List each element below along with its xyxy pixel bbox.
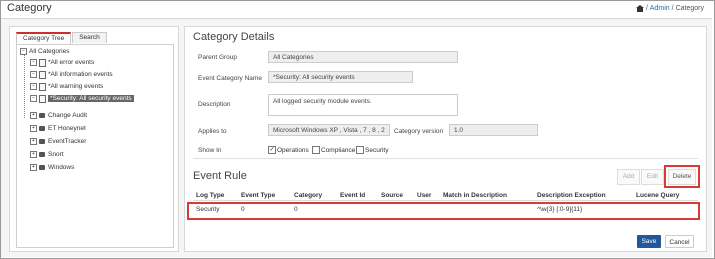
tree-folder-snort[interactable]: + Snort — [30, 150, 64, 159]
checkbox-label: Security — [365, 146, 389, 154]
expand-icon[interactable]: + — [30, 164, 37, 171]
tree-node-information[interactable]: − *All information events — [30, 70, 113, 79]
tree-node-label: *Security: All security events — [48, 95, 134, 102]
delete-highlight-box — [664, 165, 700, 188]
col-category: Category — [294, 192, 323, 199]
collapse-icon[interactable]: − — [20, 48, 27, 55]
breadcrumb-admin-link[interactable]: Admin — [650, 5, 670, 12]
breadcrumb-current: Category — [675, 5, 704, 12]
top-bar: Category / Admin / Category — [1, 1, 712, 19]
security-checkbox[interactable]: Security — [356, 146, 388, 154]
applies-to-label: Applies to — [198, 128, 227, 135]
collapse-icon[interactable]: − — [30, 95, 37, 102]
checkbox-icon[interactable] — [312, 146, 320, 154]
tree-connector — [24, 55, 25, 118]
checkbox-icon[interactable] — [356, 146, 364, 154]
breadcrumb: / Admin / Category — [635, 5, 704, 12]
tree-node-label: Snort — [48, 151, 64, 158]
parent-group-label: Parent Group — [198, 54, 238, 61]
description-label: Description — [198, 101, 231, 108]
category-version-field[interactable]: 1.0 — [449, 124, 538, 136]
col-event-id: Event Id — [340, 192, 366, 199]
category-tree: − All Categories − *All error events − *… — [16, 44, 174, 248]
tree-node-error[interactable]: − *All error events — [30, 58, 94, 67]
tree-node-root[interactable]: − All Categories — [20, 47, 69, 56]
tree-node-label: *All error events — [48, 59, 95, 66]
operations-checkbox[interactable]: ✓ Operations — [268, 146, 309, 154]
section-divider — [193, 158, 698, 159]
document-icon — [39, 94, 46, 103]
collapse-icon[interactable]: − — [30, 71, 37, 78]
tree-node-label: *All warning events — [48, 83, 104, 90]
expand-icon[interactable]: + — [30, 151, 37, 158]
tree-node-label: *All information events — [48, 71, 113, 78]
document-icon — [39, 70, 46, 79]
tab-bar: Category Tree Search — [16, 32, 108, 44]
category-details-panel: Category Details Parent Group All Catego… — [184, 26, 707, 252]
col-user: User — [417, 192, 432, 199]
tree-folder-eventtracker[interactable]: + EventTracker — [30, 137, 86, 146]
page-title: Category — [7, 2, 52, 14]
save-button[interactable]: Save — [637, 235, 661, 248]
collapse-icon[interactable]: − — [30, 59, 37, 66]
category-tree-panel: Category Tree Search − All Categories − … — [9, 26, 179, 252]
collapse-icon[interactable]: − — [30, 83, 37, 90]
tree-node-label: Change Audit — [48, 112, 88, 119]
checkbox-checked-icon[interactable]: ✓ — [268, 146, 276, 154]
tab-search[interactable]: Search — [72, 32, 107, 43]
add-button[interactable]: Add — [617, 169, 640, 185]
folder-icon — [39, 126, 45, 131]
folder-icon — [39, 113, 45, 118]
breadcrumb-separator: / — [645, 5, 648, 12]
col-log-type: Log Type — [196, 192, 225, 199]
tree-node-label: ET Honeynet — [48, 125, 86, 132]
tree-node-security[interactable]: − *Security: All security events — [30, 94, 134, 103]
edit-button[interactable]: Edit — [641, 169, 664, 185]
category-details-heading: Category Details — [193, 31, 275, 43]
tree-folder-change-audit[interactable]: + Change Audit — [30, 111, 87, 120]
expand-icon[interactable]: + — [30, 125, 37, 132]
category-version-label: Category version — [394, 128, 444, 135]
row-highlight-box — [187, 202, 700, 220]
event-category-name-field[interactable]: *Security: All security events — [268, 71, 413, 83]
tree-node-label: Windows — [48, 164, 75, 171]
checkbox-label: Compliance — [321, 146, 356, 154]
document-icon — [39, 58, 46, 67]
event-rule-table-header: Log Type Event Type Category Event Id So… — [193, 191, 698, 201]
checkbox-label: Operations — [277, 146, 309, 154]
description-field[interactable]: All logged security module events. — [268, 94, 458, 116]
event-category-name-label: Event Category Name — [198, 75, 262, 82]
col-event-type: Event Type — [241, 192, 276, 199]
show-in-label: Show In — [198, 147, 222, 154]
applies-to-field[interactable]: Microsoft Windows XP , Vista , 7 , 8 , 2 — [268, 124, 390, 136]
tree-node-label: EventTracker — [48, 138, 87, 145]
tree-node-warning[interactable]: − *All warning events — [30, 82, 103, 91]
col-source: Source — [381, 192, 404, 199]
compliance-checkbox[interactable]: Compliance — [312, 146, 355, 154]
home-icon[interactable] — [635, 5, 644, 12]
expand-icon[interactable]: + — [30, 138, 37, 145]
cancel-button[interactable]: Cancel — [665, 235, 694, 248]
tree-node-label: All Categories — [29, 48, 70, 55]
parent-group-field[interactable]: All Categories — [268, 51, 458, 63]
folder-icon — [39, 139, 45, 144]
tree-folder-et-honeynet[interactable]: + ET Honeynet — [30, 124, 86, 133]
col-description-exception: Description Exception — [537, 192, 606, 199]
col-match-description: Match in Description — [443, 192, 507, 199]
expand-icon[interactable]: + — [30, 112, 37, 119]
folder-icon — [39, 152, 45, 157]
col-lucene-query: Lucene Query — [636, 192, 680, 199]
folder-icon — [39, 165, 45, 170]
document-icon — [39, 82, 46, 91]
tree-folder-windows[interactable]: + Windows — [30, 163, 74, 172]
tab-category-tree[interactable]: Category Tree — [16, 32, 72, 44]
breadcrumb-separator: / — [671, 5, 674, 12]
event-rule-heading: Event Rule — [193, 170, 247, 182]
